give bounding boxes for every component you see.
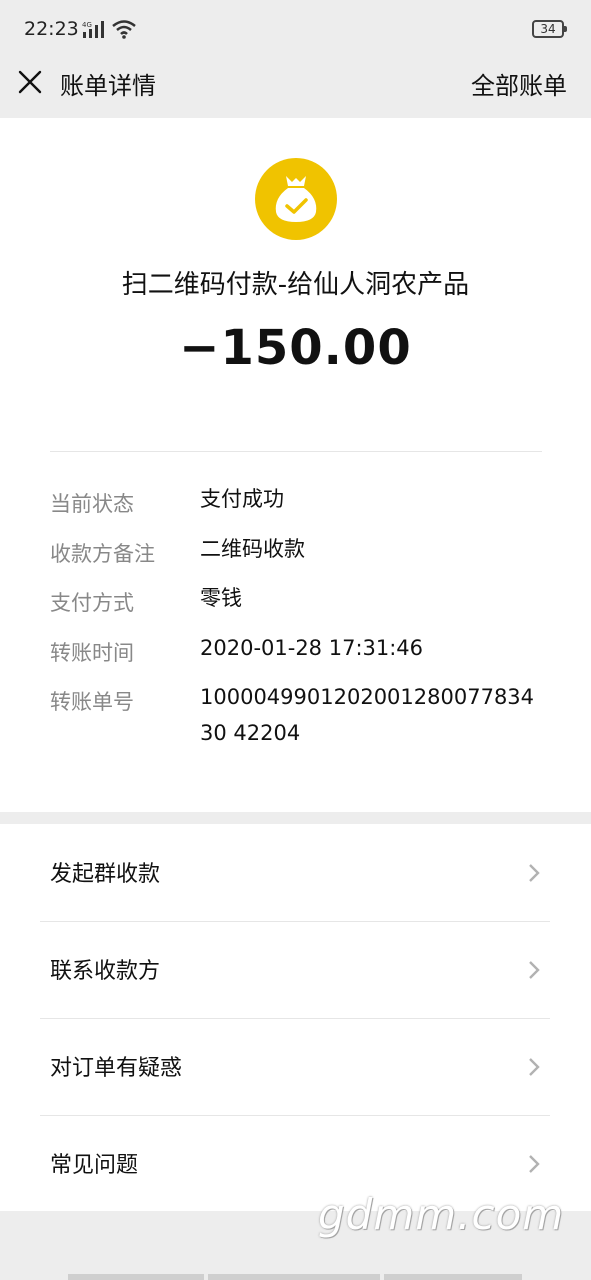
detail-value: 100004990120200128007783430 42204 — [200, 685, 535, 745]
nav-bar: 账单详情 全部账单 — [0, 60, 591, 118]
nav-indicator — [208, 1274, 380, 1280]
detail-label: 转账时间 — [50, 641, 134, 665]
all-bills-link[interactable]: 全部账单 — [471, 66, 567, 101]
amount: −150.00 — [179, 320, 412, 376]
svg-text:4G: 4G — [82, 21, 92, 29]
wifi-icon — [112, 20, 136, 39]
menu-item-label: 常见问题 — [50, 1153, 139, 1178]
chevron-right-icon — [529, 864, 540, 882]
detail-label: 转账单号 — [50, 690, 134, 714]
detail-value: 2020-01-28 17:31:46 — [200, 636, 424, 660]
signal-icon: 4G — [82, 21, 104, 38]
detail-label: 当前状态 — [50, 492, 134, 516]
nav-indicator — [68, 1274, 204, 1280]
menu-item-contact-payee[interactable]: 联系收款方 — [0, 921, 591, 1018]
detail-value: 支付成功 — [200, 487, 284, 511]
menu-item-label: 对订单有疑惑 — [50, 1056, 183, 1081]
detail-label: 收款方备注 — [50, 542, 155, 566]
menu-item-group-collect[interactable]: 发起群收款 — [0, 824, 591, 921]
chevron-right-icon — [529, 1058, 540, 1076]
status-bar: 22:23 4G 34 — [0, 0, 591, 60]
menu-item-label: 发起群收款 — [50, 862, 161, 887]
action-menu: 发起群收款 联系收款方 对订单有疑惑 常见问题 — [0, 824, 591, 1211]
watermark: gdmm.com — [318, 1190, 565, 1239]
detail-label: 支付方式 — [50, 591, 134, 615]
chevron-right-icon — [529, 961, 540, 979]
menu-item-label: 联系收款方 — [50, 959, 161, 984]
chevron-right-icon — [529, 1155, 540, 1173]
detail-value: 零钱 — [200, 586, 242, 610]
merchant-title: 扫二维码付款-给仙人洞农产品 — [121, 270, 470, 300]
status-time: 22:23 — [24, 18, 79, 40]
menu-item-order-question[interactable]: 对订单有疑惑 — [0, 1018, 591, 1115]
close-icon[interactable] — [16, 68, 44, 96]
bill-detail-card: 扫二维码付款-给仙人洞农产品 −150.00 当前状态 支付成功 收款方备注 二… — [0, 118, 591, 812]
money-bag-check-icon — [255, 158, 337, 240]
nav-indicator — [384, 1274, 522, 1280]
detail-value: 二维码收款 — [200, 537, 305, 561]
battery-indicator: 34 — [532, 20, 567, 38]
divider — [50, 451, 542, 452]
page-title: 账单详情 — [60, 72, 156, 100]
